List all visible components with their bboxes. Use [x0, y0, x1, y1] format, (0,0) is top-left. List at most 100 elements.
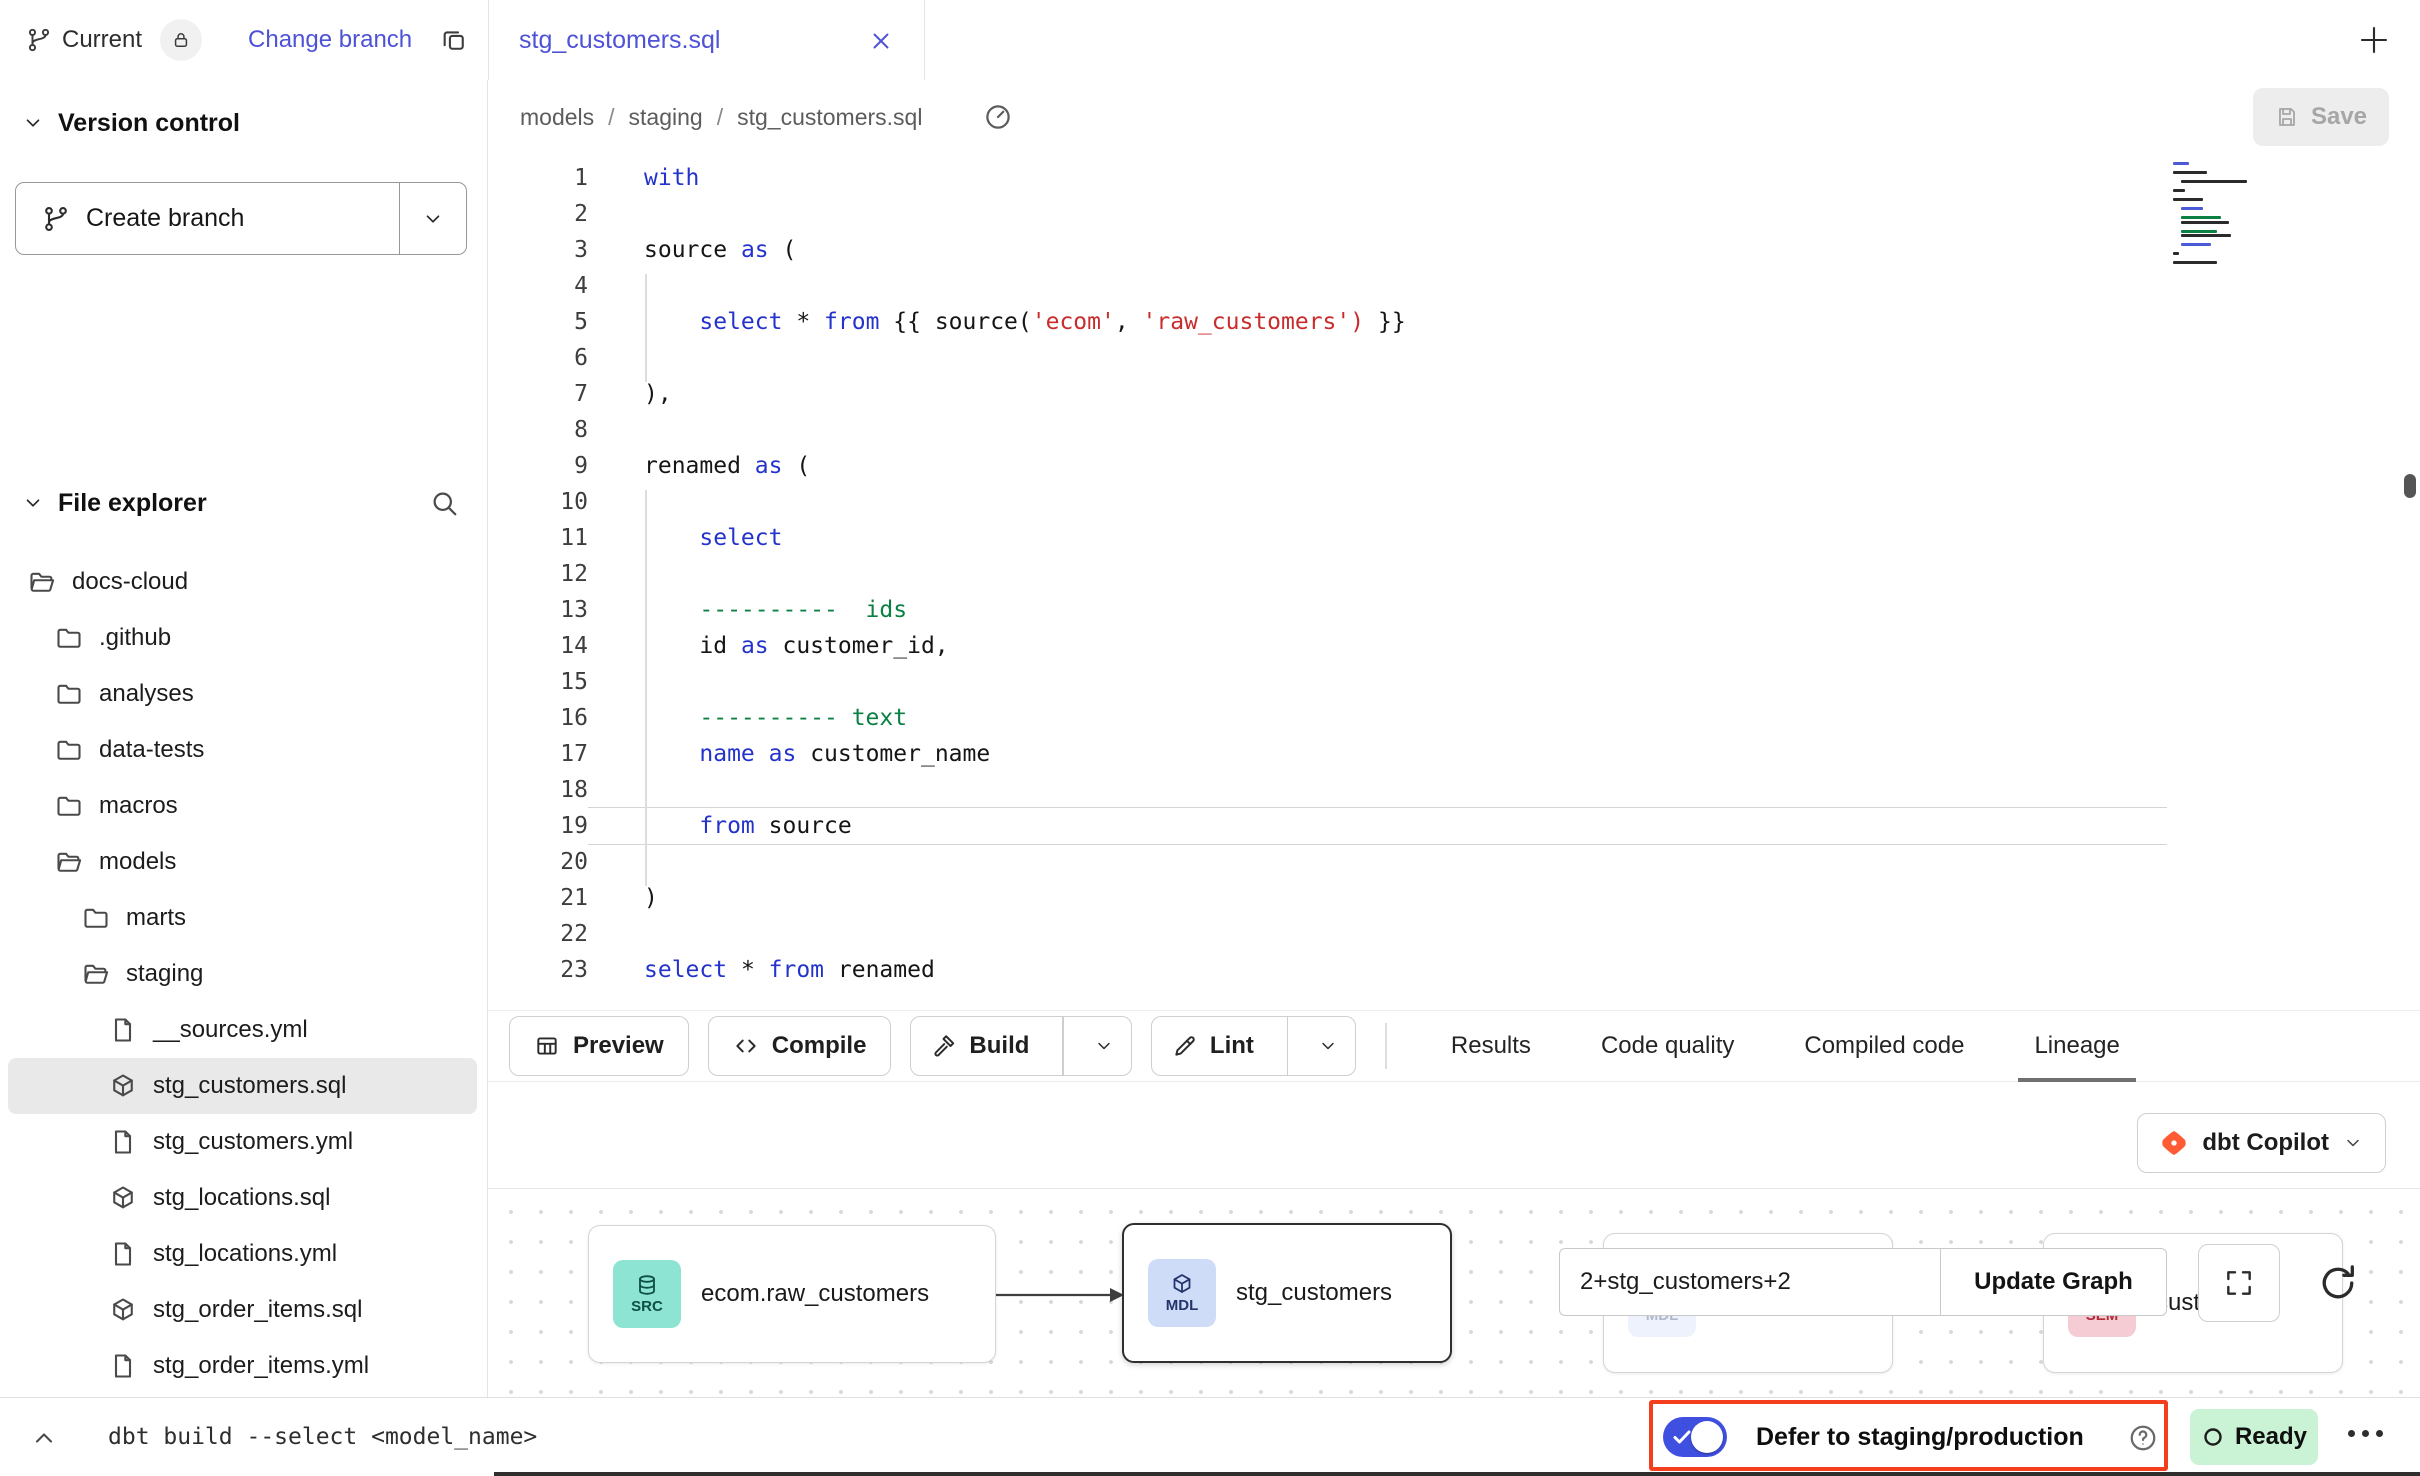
new-tab-button[interactable]	[2356, 22, 2392, 58]
code-line-4[interactable]: 4	[488, 268, 2420, 304]
line-number: 16	[488, 700, 588, 736]
code-line-7[interactable]: 7),	[488, 376, 2420, 412]
code-editor[interactable]: 1with23source as (45 select * from {{ so…	[488, 154, 2420, 1010]
file-item-analyses[interactable]: analyses	[8, 666, 477, 722]
node-label: ecom.raw_customers	[701, 1280, 929, 1308]
ide-status-icon[interactable]	[983, 102, 1013, 132]
line-number: 8	[488, 412, 588, 448]
current-branch-label: Current	[62, 26, 142, 54]
file-item-data-tests[interactable]: data-tests	[8, 722, 477, 778]
code-line-23[interactable]: 23select * from renamed	[488, 952, 2420, 988]
code-line-21[interactable]: 21)	[488, 880, 2420, 916]
file-item-models[interactable]: models	[8, 834, 477, 890]
folder-icon	[55, 680, 83, 708]
preview-button[interactable]: Preview	[509, 1016, 689, 1076]
editor-minimap[interactable]	[2173, 162, 2303, 266]
code-line-14[interactable]: 14 id as customer_id,	[488, 628, 2420, 664]
code-line-5[interactable]: 5 select * from {{ source('ecom', 'raw_c…	[488, 304, 2420, 340]
version-control-header[interactable]: Version control	[22, 106, 240, 140]
file-item-stg_locations.sql[interactable]: stg_locations.sql	[8, 1170, 477, 1226]
build-button[interactable]: Build	[911, 1017, 1049, 1075]
line-number: 1	[488, 160, 588, 196]
code-line-20[interactable]: 20	[488, 844, 2420, 880]
file-item-stg_customers.sql[interactable]: stg_customers.sql	[8, 1058, 477, 1114]
file-item-stg_locations.yml[interactable]: stg_locations.yml	[8, 1226, 477, 1282]
copy-icon[interactable]	[440, 26, 468, 54]
file-icon	[109, 1128, 137, 1156]
file-explorer-header[interactable]: File explorer	[22, 486, 207, 520]
line-number: 23	[488, 952, 588, 988]
change-branch-link[interactable]: Change branch	[248, 26, 412, 54]
editor-scrollbar-thumb[interactable]	[2404, 474, 2416, 498]
breadcrumb-part: stg_customers.sql	[737, 104, 922, 131]
tab-stg-customers-sql[interactable]: stg_customers.sql	[488, 0, 925, 81]
lint-dropdown[interactable]	[1301, 1017, 1355, 1075]
tab-compiled-code[interactable]: Compiled code	[1804, 1011, 1964, 1081]
close-icon[interactable]	[868, 28, 894, 54]
dbt-copilot-label: dbt Copilot	[2202, 1129, 2329, 1157]
update-graph-button[interactable]: Update Graph	[1940, 1248, 2167, 1316]
code-line-15[interactable]: 15	[488, 664, 2420, 700]
code-line-13[interactable]: 13 ---------- ids	[488, 592, 2420, 628]
dbt-copilot-button[interactable]: dbt Copilot	[2137, 1113, 2386, 1173]
file-item-label: macros	[99, 792, 178, 820]
git-branch-icon	[26, 27, 52, 53]
fullscreen-button[interactable]	[2198, 1244, 2280, 1322]
database-icon	[635, 1273, 659, 1297]
build-dropdown[interactable]	[1077, 1017, 1131, 1075]
file-item-stg_customers.yml[interactable]: stg_customers.yml	[8, 1114, 477, 1170]
ready-status[interactable]: Ready	[2190, 1409, 2318, 1465]
save-button[interactable]: Save	[2253, 88, 2389, 146]
command-prompt[interactable]: dbt build --select <model_name>	[108, 1398, 537, 1476]
create-branch-dropdown[interactable]	[399, 183, 466, 254]
collapse-panel-button[interactable]	[30, 1424, 58, 1452]
code-line-3[interactable]: 3source as (	[488, 232, 2420, 268]
lineage-canvas[interactable]: SRC ecom.raw_customers MDL stg_customers…	[488, 1188, 2420, 1398]
lineage-node-stg-customers[interactable]: MDL stg_customers	[1122, 1223, 1452, 1363]
code-line-8[interactable]: 8	[488, 412, 2420, 448]
code-line-10[interactable]: 10	[488, 484, 2420, 520]
breadcrumb-part: staging	[629, 104, 703, 131]
code-line-19[interactable]: 19 from source	[488, 808, 2420, 844]
more-options-button[interactable]	[2348, 1430, 2383, 1437]
file-item-staging[interactable]: staging	[8, 946, 477, 1002]
code-line-18[interactable]: 18	[488, 772, 2420, 808]
file-item-stg_order_items.sql[interactable]: stg_order_items.sql	[8, 1282, 477, 1338]
create-branch-button[interactable]: Create branch	[15, 182, 467, 255]
lock-icon	[171, 30, 191, 50]
file-item-docs-cloud[interactable]: docs-cloud	[8, 554, 477, 610]
defer-toggle[interactable]	[1663, 1417, 1727, 1457]
file-explorer-title: File explorer	[58, 489, 207, 518]
folder-icon	[82, 904, 110, 932]
dbt-cloud-ide: Current Change branch stg_customers.sql …	[0, 0, 2420, 1476]
table-icon	[534, 1033, 560, 1059]
file-item-stg_order_items.yml[interactable]: stg_order_items.yml	[8, 1338, 477, 1394]
file-item-marts[interactable]: marts	[8, 890, 477, 946]
code-line-12[interactable]: 12	[488, 556, 2420, 592]
tab-results[interactable]: Results	[1451, 1011, 1531, 1081]
code-line-16[interactable]: 16 ---------- text	[488, 700, 2420, 736]
code-line-17[interactable]: 17 name as customer_name	[488, 736, 2420, 772]
tab-lineage[interactable]: Lineage	[2034, 1011, 2119, 1081]
file-item-__sources.yml[interactable]: __sources.yml	[8, 1002, 477, 1058]
tab-code-quality[interactable]: Code quality	[1601, 1011, 1734, 1081]
lineage-node-source[interactable]: SRC ecom.raw_customers	[588, 1225, 996, 1363]
code-line-1[interactable]: 1with	[488, 160, 2420, 196]
search-icon[interactable]	[429, 488, 459, 518]
help-icon[interactable]	[2128, 1423, 2158, 1453]
lineage-selector-input[interactable]	[1559, 1248, 1940, 1316]
file-item-label: stg_locations.sql	[153, 1184, 330, 1212]
lint-button[interactable]: Lint	[1152, 1017, 1274, 1075]
refresh-button[interactable]	[2308, 1253, 2368, 1313]
code-line-2[interactable]: 2	[488, 196, 2420, 232]
code-line-9[interactable]: 9renamed as (	[488, 448, 2420, 484]
file-item-macros[interactable]: macros	[8, 778, 477, 834]
file-item-.github[interactable]: .github	[8, 610, 477, 666]
code-line-6[interactable]: 6	[488, 340, 2420, 376]
compile-button[interactable]: Compile	[708, 1016, 892, 1076]
file-item-label: models	[99, 848, 176, 876]
code-line-11[interactable]: 11 select	[488, 520, 2420, 556]
code-line-22[interactable]: 22	[488, 916, 2420, 952]
toggle-knob	[1691, 1421, 1723, 1453]
bottom-scrollbar[interactable]	[494, 1472, 2420, 1476]
